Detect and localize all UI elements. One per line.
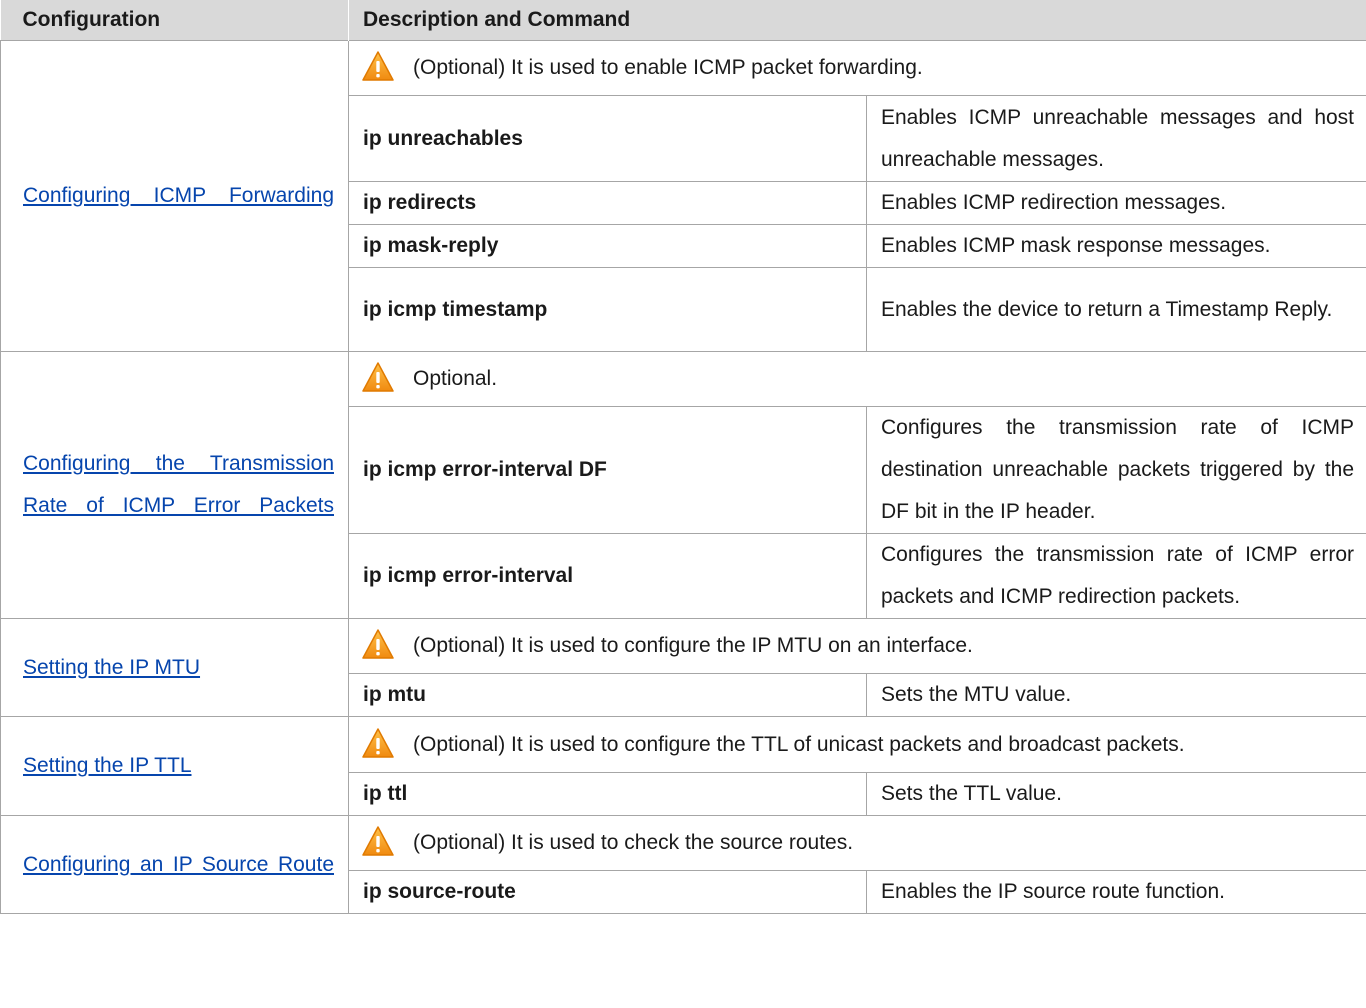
note-text: (Optional) It is used to check the sourc…: [413, 831, 854, 854]
configuration-cell: Configuring the Transmission Rate of ICM…: [0, 351, 349, 619]
note-text: (Optional) It is used to configure the I…: [413, 634, 973, 657]
configuration-cell: Setting the IP TTL: [0, 716, 349, 816]
configuration-cell: Setting the IP MTU: [0, 618, 349, 717]
section-note-row: Configuring an IP Source Route (Optional)…: [0, 815, 1366, 914]
optional-note: (Optional) It is used to check the sourc…: [347, 815, 1366, 871]
optional-note: Optional.: [347, 351, 1366, 407]
optional-note: (Optional) It is used to configure the T…: [347, 716, 1366, 773]
configuration-cell: Configuring ICMP Forwarding: [0, 40, 349, 352]
description-cell: Sets the MTU value.: [865, 673, 1366, 717]
section-note-row: Configuring ICMP Forwarding (Optional) It…: [0, 40, 1366, 352]
optional-note: (Optional) It is used to enable ICMP pac…: [347, 40, 1366, 96]
command-cell: ip icmp timestamp: [348, 267, 867, 352]
note-text: (Optional) It is used to configure the T…: [413, 732, 1185, 756]
description-cell: Configures the transmission rate of ICMP…: [865, 533, 1366, 619]
description-cell: Enables the device to return a Timestamp…: [865, 267, 1366, 352]
configuration-cell: Configuring an IP Source Route: [0, 815, 349, 914]
configuration-link[interactable]: Configuring ICMP Forwarding: [23, 175, 334, 217]
warning-triangle-icon: [361, 726, 395, 758]
warning-triangle-icon: [361, 627, 395, 660]
section-note-row: Setting the IP TTL (Optional) It is used …: [0, 716, 1366, 816]
command-cell: ip unreachables: [348, 95, 867, 182]
description-cell: Sets the TTL value.: [865, 772, 1366, 816]
warning-triangle-icon: [361, 360, 395, 393]
description-cell: Enables ICMP mask response messages.: [865, 224, 1366, 268]
configuration-link[interactable]: Configuring the Transmission Rate of ICM…: [23, 443, 334, 527]
command-cell: ip ttl: [348, 772, 867, 816]
section-note-row: Setting the IP MTU (Optional) It is used …: [0, 618, 1366, 717]
section-note-row: Configuring the Transmission Rate of ICM…: [0, 351, 1366, 619]
note-text: (Optional) It is used to enable ICMP pac…: [413, 56, 923, 79]
configuration-table: Configuration Description and Command Co…: [0, 0, 1366, 914]
warning-triangle-icon: [361, 824, 395, 857]
configuration-link[interactable]: Configuring an IP Source Route: [23, 844, 334, 886]
note-text: Optional.: [413, 367, 498, 390]
command-cell: ip icmp error-interval: [348, 533, 867, 619]
description-cell: Enables the IP source route function.: [865, 870, 1366, 914]
description-cell: Enables ICMP redirection messages.: [865, 181, 1366, 225]
header-configuration: Configuration: [0, 0, 349, 41]
command-cell: ip mtu: [348, 673, 867, 717]
warning-triangle-icon: [361, 49, 395, 82]
description-cell: Enables ICMP unreachable messages and ho…: [865, 95, 1366, 182]
table-header-row: Configuration Description and Command: [0, 0, 1366, 41]
command-cell: ip source-route: [348, 870, 867, 914]
header-description-command: Description and Command: [348, 0, 1366, 41]
optional-note: (Optional) It is used to configure the I…: [347, 618, 1366, 674]
configuration-link[interactable]: Setting the IP MTU: [23, 647, 334, 689]
command-cell: ip redirects: [348, 181, 867, 225]
description-cell: Configures the transmission rate of ICMP…: [865, 406, 1366, 534]
configuration-link[interactable]: Setting the IP TTL: [23, 745, 334, 787]
command-cell: ip icmp error-interval DF: [348, 406, 867, 534]
command-cell: ip mask-reply: [348, 224, 867, 268]
